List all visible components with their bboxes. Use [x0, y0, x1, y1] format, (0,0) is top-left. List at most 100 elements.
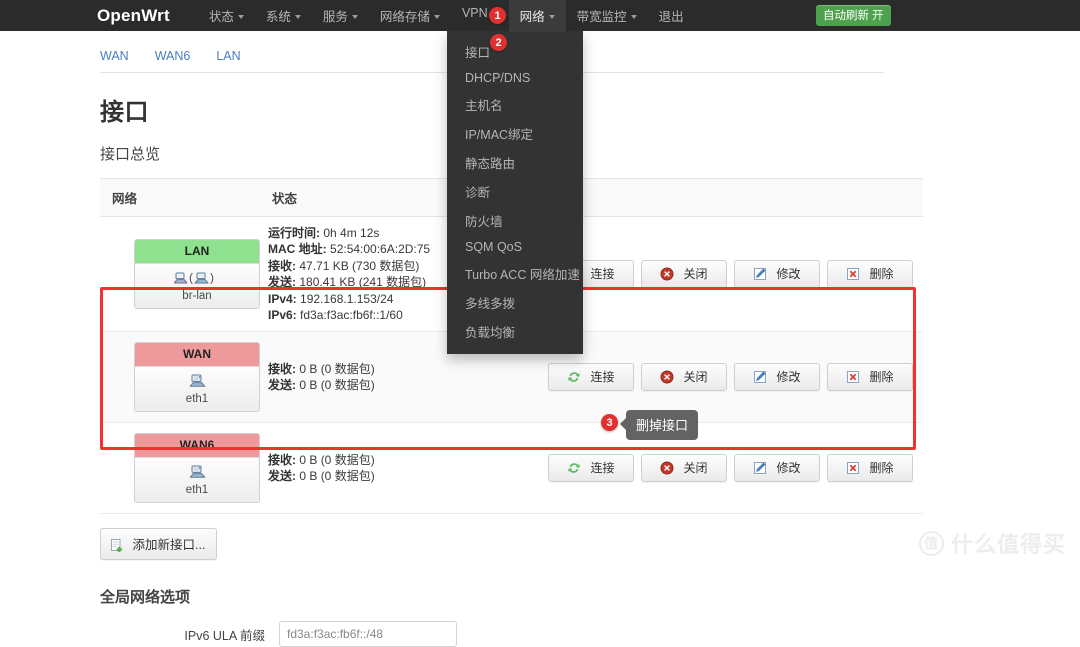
global-options-title: 全局网络选项 [100, 589, 191, 607]
dropdown-item-7[interactable]: SQM QoS [447, 235, 583, 259]
status-cell: 接收: 0 B (0 数据包) 发送: 0 B (0 数据包) [260, 332, 464, 423]
status-line: MAC 地址: 52:54:00:6A:2D:75 [268, 241, 464, 257]
delete-icon [846, 267, 860, 281]
device-name: eth1 [185, 484, 209, 497]
nav-item-label: 网络存储 [379, 10, 430, 24]
chevron-down-icon [548, 15, 555, 19]
nav-item-label: 退出 [658, 10, 684, 24]
action-button-label: 连接 [590, 370, 615, 385]
action-button-delete[interactable]: 删除 [827, 260, 913, 289]
interface-cell: WAN eth1 [100, 332, 260, 423]
action-button-label: 关闭 [683, 461, 708, 476]
stop-icon [660, 370, 674, 384]
table-row: WAN6 eth1 接收: 0 B (0 数据包) 发送: 0 B (0 数据包) 连接… [100, 423, 923, 514]
tab-wan6[interactable]: WAN6 [155, 49, 191, 63]
action-button-stop[interactable]: 关闭 [641, 363, 727, 392]
ethernet-device-icon [187, 465, 207, 483]
nav-item-label: 状态 [208, 10, 234, 24]
action-button-delete[interactable]: 删除 [827, 454, 913, 483]
nav-item-2[interactable]: 服务 [312, 0, 369, 32]
ethernet-device-icon [187, 374, 207, 392]
action-button-label: 连接 [590, 461, 615, 476]
annotation-badge-2: 2 [490, 34, 507, 51]
interface-cell: WAN6 eth1 [100, 423, 260, 514]
device-name: br-lan [182, 290, 212, 303]
column-header-0: 网络 [100, 178, 260, 217]
dropdown-item-5[interactable]: 诊断 [447, 177, 583, 206]
auto-refresh-label: 自动刷新 [823, 10, 869, 22]
action-button-label: 关闭 [683, 267, 708, 282]
watermark-mark: 值 [918, 530, 944, 556]
nav-item-label: 系统 [265, 10, 291, 24]
nav-item-7[interactable]: 退出 [648, 0, 695, 32]
nav-item-5[interactable]: 网络 [508, 0, 566, 32]
action-button-refresh[interactable]: 连接 [548, 454, 634, 483]
status-key: 接收: [268, 453, 296, 468]
nav-item-1[interactable]: 系统 [255, 0, 312, 32]
status-key: 发送: [268, 469, 296, 484]
dropdown-item-9[interactable]: 多线多拨 [447, 288, 583, 317]
edit-icon [753, 267, 767, 281]
interface-device-area: eth1 [135, 457, 259, 503]
action-button-edit[interactable]: 修改 [734, 454, 820, 483]
status-line: 接收: 0 B (0 数据包) [268, 452, 464, 468]
auto-refresh-toggle[interactable]: 自动刷新开 [816, 5, 891, 26]
status-value: 0 B (0 数据包) [299, 378, 375, 393]
status-value: 47.71 KB (730 数据包) [299, 258, 420, 273]
interface-box-lan: LAN() br-lan [134, 239, 260, 310]
chevron-down-icon [433, 15, 440, 19]
interface-device-area: eth1 [135, 366, 259, 412]
status-value: 0 B (0 数据包) [299, 469, 375, 484]
dropdown-item-2[interactable]: 主机名 [447, 90, 583, 119]
tab-lan[interactable]: LAN [216, 49, 240, 63]
action-button-edit[interactable]: 修改 [734, 260, 820, 289]
add-page-icon [109, 538, 123, 553]
page-title: 接口 [100, 99, 149, 126]
status-line: 接收: 47.71 KB (730 数据包) [268, 258, 464, 274]
auto-refresh-state: 开 [872, 10, 884, 22]
edit-icon [753, 370, 767, 384]
action-button-label: 关闭 [683, 370, 708, 385]
nav-item-label: 网络 [519, 10, 545, 24]
svg-text:(: ( [189, 271, 193, 285]
svg-text:): ) [210, 271, 214, 285]
action-button-refresh[interactable]: 连接 [548, 363, 634, 392]
chevron-down-icon [351, 15, 358, 19]
status-cell: 接收: 0 B (0 数据包) 发送: 0 B (0 数据包) [260, 423, 464, 514]
dropdown-item-0[interactable]: 接口 [447, 37, 583, 66]
action-button-delete[interactable]: 删除 [827, 363, 913, 392]
status-value: 192.168.1.153/24 [300, 291, 394, 306]
ula-prefix-input[interactable] [279, 621, 457, 647]
watermark: 值 什么值得买 [918, 527, 1066, 559]
dropdown-item-6[interactable]: 防火墙 [447, 206, 583, 235]
status-line: 接收: 0 B (0 数据包) [268, 361, 464, 377]
action-button-label: 修改 [776, 267, 801, 282]
interface-name: WAN [135, 343, 259, 367]
dropdown-item-4[interactable]: 静态路由 [447, 148, 583, 177]
dropdown-item-8[interactable]: Turbo ACC 网络加速 [447, 259, 583, 288]
status-value: fd3a:f3ac:fb6f::1/60 [300, 308, 403, 323]
action-button-stop[interactable]: 关闭 [641, 260, 727, 289]
action-button-edit[interactable]: 修改 [734, 363, 820, 392]
delete-icon [846, 461, 860, 475]
interface-device-area: () br-lan [135, 263, 259, 309]
dropdown-item-3[interactable]: IP/MAC绑定 [447, 119, 583, 148]
status-key: 接收: [268, 362, 296, 377]
status-key: 发送: [268, 378, 296, 393]
dropdown-item-10[interactable]: 负载均衡 [447, 317, 583, 346]
nav-item-0[interactable]: 状态 [198, 0, 255, 32]
delete-interface-tooltip: 删掉接口 [619, 410, 699, 440]
brand-logo[interactable]: OpenWrt [97, 6, 170, 26]
annotation-badge-1: 1 [489, 7, 506, 24]
delete-icon [846, 370, 860, 384]
nav-item-6[interactable]: 带宽监控 [566, 0, 648, 32]
network-dropdown-menu: 接口 DHCP/DNS 主机名 IP/MAC绑定 静态路由 诊断 防火墙 SQM QoS Tur… [447, 31, 583, 354]
dropdown-item-1[interactable]: DHCP/DNS [447, 66, 583, 90]
add-new-interface-button[interactable]: 添加新接口... [100, 528, 218, 561]
nav-item-3[interactable]: 网络存储 [369, 0, 451, 32]
status-key: IPv4: [268, 291, 297, 306]
action-button-stop[interactable]: 关闭 [641, 454, 727, 483]
section-title: 接口总览 [100, 146, 161, 163]
tab-wan[interactable]: WAN [100, 49, 129, 63]
status-cell: 运行时间: 0h 4m 12s MAC 地址: 52:54:00:6A:2D:75… [260, 217, 464, 332]
